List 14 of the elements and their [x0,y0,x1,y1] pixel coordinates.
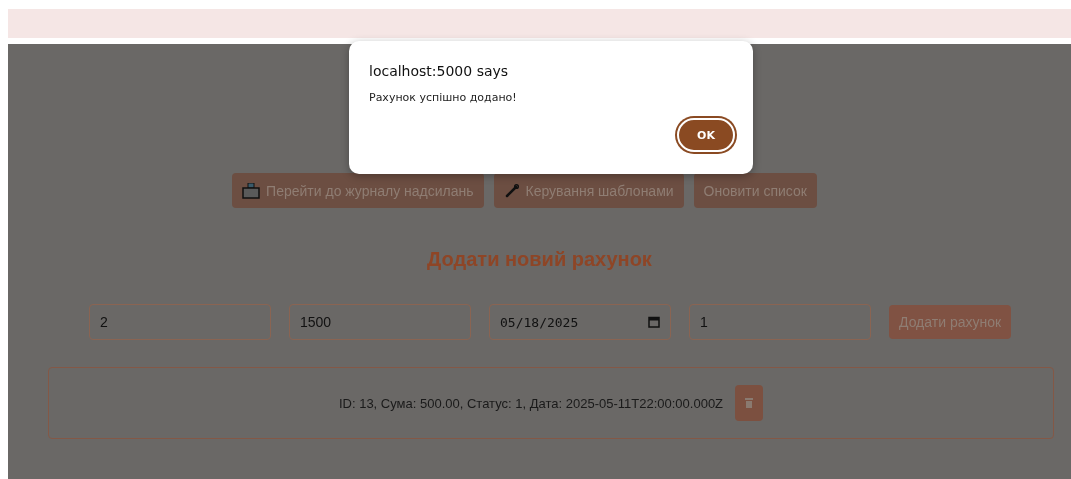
delete-button[interactable] [735,385,764,421]
dialog-title: localhost:5000 says [369,63,510,79]
calendar-icon [648,316,660,328]
invoice-text: ID: 13, Сума: 500.00, Статус: 1, Дата: 2025-05-11T22:00:00.000Z [338,395,724,411]
date-field[interactable]: 05/18/2025 [489,304,671,340]
input-field[interactable]: 1500 [289,304,471,340]
wrench-icon [503,182,520,199]
input-field[interactable]: 2 [89,304,271,340]
section-heading: Додати новий рахунок [427,248,652,271]
dialog-message: Рахунок успішно додано! [369,91,518,104]
mailbox-icon [242,182,261,199]
input-field[interactable]: 1 [689,304,871,340]
ok-button[interactable]: OK [677,118,735,152]
trash-icon [745,398,754,408]
